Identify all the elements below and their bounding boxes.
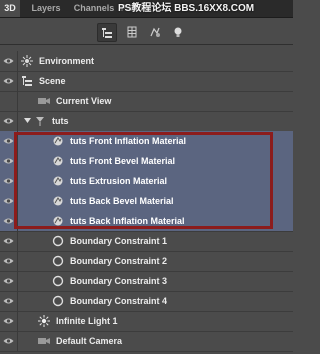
light-icon	[37, 314, 51, 328]
visibility-toggle[interactable]	[0, 311, 18, 331]
material-icon	[51, 194, 65, 208]
eye-icon	[3, 57, 14, 65]
layer-label: Default Camera	[56, 336, 123, 346]
tab-3d[interactable]: 3D	[0, 0, 20, 17]
eye-icon	[3, 177, 14, 185]
layer-label: Environment	[39, 56, 95, 66]
mesh-icon	[33, 114, 47, 128]
layer-row[interactable]: tuts	[0, 111, 293, 132]
visibility-toggle[interactable]	[0, 291, 18, 311]
layer-row[interactable]: tuts Front Bevel Material	[0, 151, 293, 172]
visibility-toggle[interactable]	[0, 71, 18, 91]
visibility-toggle[interactable]	[0, 251, 18, 271]
layer-row[interactable]: Current View	[0, 91, 293, 112]
expand-triangle-icon[interactable]	[24, 118, 31, 124]
tab-layers[interactable]: Layers	[26, 0, 66, 17]
material-icon	[51, 154, 65, 168]
visibility-toggle[interactable]	[0, 91, 18, 111]
layer-row[interactable]: Boundary Constraint 2	[0, 251, 293, 272]
eye-icon	[3, 297, 14, 305]
eye-icon	[3, 217, 14, 225]
layer-row[interactable]: Infinite Light 1	[0, 311, 293, 332]
layer-label: tuts Front Bevel Material	[70, 156, 176, 166]
visibility-toggle[interactable]	[0, 171, 18, 191]
eye-icon	[3, 257, 14, 265]
toolbar-divider	[0, 44, 293, 45]
eye-icon	[3, 197, 14, 205]
visibility-toggle[interactable]	[0, 231, 18, 251]
visibility-toggle[interactable]	[0, 131, 18, 151]
layer-label: tuts	[52, 116, 69, 126]
mesh-filter-icon	[127, 26, 137, 37]
scene-icon	[20, 74, 34, 88]
watermark-text: PS教程论坛 BBS.16XX8.COM	[118, 3, 255, 14]
visibility-toggle[interactable]	[0, 331, 18, 351]
material-icon	[51, 214, 65, 228]
environment-icon	[20, 54, 34, 68]
light-filter-icon	[174, 27, 182, 37]
layer-row[interactable]: Boundary Constraint 1	[0, 231, 293, 252]
layer-label: tuts Extrusion Material	[70, 176, 168, 186]
layer-row[interactable]: Default Camera	[0, 331, 293, 352]
layer-row[interactable]: tuts Extrusion Material	[0, 171, 293, 192]
constraint-icon	[51, 254, 65, 268]
visibility-toggle[interactable]	[0, 111, 18, 131]
visibility-toggle[interactable]	[0, 51, 18, 71]
eye-icon	[3, 77, 14, 85]
eye-icon	[3, 137, 14, 145]
layer-label: Boundary Constraint 3	[70, 276, 168, 286]
material-icon	[51, 174, 65, 188]
camera-icon	[37, 94, 51, 108]
eye-icon	[3, 317, 14, 325]
layer-label: tuts Front Inflation Material	[70, 136, 186, 146]
scene-filter-button[interactable]	[97, 23, 117, 42]
visibility-toggle[interactable]	[0, 191, 18, 211]
layer-row[interactable]: Scene	[0, 71, 293, 92]
constraint-icon	[51, 274, 65, 288]
layer-label: Infinite Light 1	[56, 316, 118, 326]
visibility-toggle[interactable]	[0, 271, 18, 291]
layer-label: tuts Back Inflation Material	[70, 216, 185, 226]
layer-label: tuts Back Bevel Material	[70, 196, 174, 206]
visibility-toggle[interactable]	[0, 211, 18, 231]
mesh-filter-button[interactable]	[124, 24, 140, 39]
eye-icon	[3, 117, 14, 125]
scene-filter-icon	[102, 27, 112, 38]
eye-icon	[3, 237, 14, 245]
eye-icon	[3, 277, 14, 285]
layer-row[interactable]: Environment	[0, 51, 293, 72]
material-filter-button[interactable]	[147, 24, 163, 39]
layer-row[interactable]: Boundary Constraint 3	[0, 271, 293, 292]
filter-toolbar	[0, 18, 293, 45]
eye-icon	[3, 337, 14, 345]
camera-icon	[37, 334, 51, 348]
constraint-icon	[51, 294, 65, 308]
eye-icon	[3, 157, 14, 165]
visibility-toggle[interactable]	[0, 151, 18, 171]
light-filter-button[interactable]	[170, 24, 186, 39]
constraint-icon	[51, 234, 65, 248]
material-filter-icon	[150, 27, 160, 37]
layer-row[interactable]: Boundary Constraint 4	[0, 291, 293, 312]
layer-label: Boundary Constraint 2	[70, 256, 168, 266]
layer-row[interactable]: tuts Back Inflation Material	[0, 211, 293, 232]
panel-tab-bar: 3D Layers Channels Paths PS教程论坛 BBS.16XX…	[0, 0, 293, 18]
material-icon	[51, 134, 65, 148]
layer-label: Boundary Constraint 4	[70, 296, 168, 306]
layer-label: Scene	[39, 76, 66, 86]
tab-channels[interactable]: Channels	[70, 0, 118, 17]
layer-row[interactable]: tuts Back Bevel Material	[0, 191, 293, 212]
layer-row[interactable]: tuts Front Inflation Material	[0, 131, 293, 152]
layer-label: Boundary Constraint 1	[70, 236, 168, 246]
layer-label: Current View	[56, 96, 112, 106]
